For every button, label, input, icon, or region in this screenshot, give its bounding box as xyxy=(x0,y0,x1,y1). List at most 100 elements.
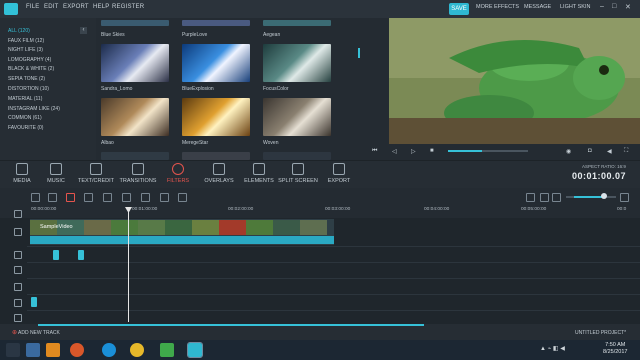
stop-icon[interactable]: ■ xyxy=(430,148,434,154)
category-all[interactable]: ALL (120) xyxy=(8,28,30,34)
text-track-icon[interactable] xyxy=(14,299,22,307)
track-divider xyxy=(27,278,640,279)
filter-thumb-blueexplosion[interactable] xyxy=(182,44,250,82)
filter-thumb-partial[interactable] xyxy=(101,152,169,160)
skype-icon[interactable] xyxy=(102,343,116,357)
zoom-out-icon[interactable] xyxy=(552,193,561,202)
volume-icon[interactable]: ◀ xyxy=(607,148,612,155)
category-sepia-tone[interactable]: SEPIA TONE (2) xyxy=(8,76,45,82)
system-clock[interactable]: 7:50 AM 8/25/2017 xyxy=(603,342,627,356)
text-marker[interactable] xyxy=(31,297,37,307)
fullscreen-icon[interactable]: ⛶ xyxy=(624,148,628,155)
clip-frame xyxy=(219,220,246,235)
menu-edit[interactable]: EDIT xyxy=(44,4,58,10)
filter-thumb-partial[interactable] xyxy=(182,152,250,160)
microphone-icon[interactable]: ◉ xyxy=(566,148,571,155)
tray-icons[interactable]: ▲ ⌁ ◧ ◀ xyxy=(540,345,565,352)
zoom-slider-handle[interactable] xyxy=(601,193,607,199)
tool-export[interactable]: EXPORT xyxy=(315,163,363,184)
overlay-track-icon[interactable] xyxy=(14,266,22,274)
add-new-track-button[interactable]: ADD NEW TRACK xyxy=(18,330,60,336)
maximize-icon[interactable]: □ xyxy=(612,3,616,10)
snapshot-icon[interactable]: ◘ xyxy=(588,148,592,154)
filter-thumb-partial[interactable] xyxy=(263,20,331,26)
clip-title: SampleVideo xyxy=(40,224,73,230)
filter-label: PurpleLove xyxy=(182,32,208,38)
menu-register[interactable]: REGISTER xyxy=(112,4,144,10)
element-track-icon[interactable] xyxy=(14,283,22,291)
more-effects-link[interactable]: MORE EFFECTS xyxy=(476,4,519,10)
chrome-icon[interactable] xyxy=(130,343,144,357)
add-icon[interactable]: ⊕ xyxy=(12,329,17,336)
project-name: UNTITLED PROJECT* xyxy=(575,330,627,336)
menu-export[interactable]: EXPORT xyxy=(63,4,89,10)
timeline-scrollbar[interactable] xyxy=(38,324,424,326)
zoom-fit-icon[interactable] xyxy=(540,193,549,202)
message-link[interactable]: MESSAGE xyxy=(524,4,551,10)
firefox-icon[interactable] xyxy=(70,343,84,357)
cut-icon[interactable] xyxy=(84,193,93,202)
menu-file[interactable]: FILE xyxy=(26,4,39,10)
delete-icon[interactable] xyxy=(66,193,75,202)
save-button[interactable]: SAVE xyxy=(449,3,469,15)
filter-label: FocusColor xyxy=(263,86,289,92)
close-icon[interactable]: ✕ xyxy=(625,3,631,11)
rotate-icon[interactable] xyxy=(141,193,150,202)
filter-thumb-woven[interactable] xyxy=(263,98,331,136)
trash-icon[interactable] xyxy=(103,193,112,202)
collapse-panel-icon[interactable]: ‹ xyxy=(80,27,87,34)
preview-controls xyxy=(364,144,640,160)
video-preview xyxy=(389,18,640,144)
video-track-icon[interactable] xyxy=(14,228,22,236)
current-timecode: 00:01:00.07 xyxy=(572,171,627,181)
filter-thumb-partial[interactable] xyxy=(101,20,169,26)
audio-mixer-icon[interactable] xyxy=(526,193,535,202)
light-skin-link[interactable]: LIGHT SKIN xyxy=(560,4,590,10)
category-common[interactable]: COMMON (61) xyxy=(8,115,42,121)
menu-help[interactable]: HELP xyxy=(93,4,109,10)
pip-marker[interactable] xyxy=(53,250,59,260)
filter-icon xyxy=(172,163,184,175)
app-logo xyxy=(4,3,18,15)
color-icon[interactable] xyxy=(160,193,169,202)
filter-thumb-sandra-lomo[interactable] xyxy=(101,44,169,82)
music-track-icon[interactable] xyxy=(14,314,22,322)
split-screen-icon xyxy=(292,163,304,175)
redo-icon[interactable] xyxy=(48,193,57,202)
category-instagram-like[interactable]: INSTAGRAM LIKE (24) xyxy=(8,106,60,112)
tool-text-credit[interactable]: TEXT/CREDIT xyxy=(72,163,120,184)
category-night-life[interactable]: NIGHT LIFE (3) xyxy=(8,47,43,53)
start-icon[interactable] xyxy=(6,343,20,357)
grid-scrollbar[interactable] xyxy=(358,48,360,58)
filter-label: Sandra_Lomo xyxy=(101,86,133,92)
vlc-icon[interactable] xyxy=(46,343,60,357)
category-distortion[interactable]: DISTORTION (10) xyxy=(8,86,49,92)
category-favourite[interactable]: FAVOURITE (0) xyxy=(8,125,43,131)
filter-thumb-albao[interactable] xyxy=(101,98,169,136)
filter-thumb-meregestar[interactable] xyxy=(182,98,250,136)
filter-thumb-partial[interactable] xyxy=(182,20,250,26)
audio-waveform xyxy=(30,236,334,244)
pip-marker[interactable] xyxy=(78,250,84,260)
speed-icon[interactable] xyxy=(178,193,187,202)
category-material[interactable]: MATERIAL (11) xyxy=(8,96,42,102)
filmora-taskbar-icon[interactable] xyxy=(187,342,203,358)
category-faux-film[interactable]: FAUX FILM (12) xyxy=(8,38,44,44)
category-lomography[interactable]: LOMOGRAPHY (4) xyxy=(8,57,51,63)
rewind-icon[interactable]: ◁ xyxy=(392,148,397,155)
link-icon[interactable] xyxy=(14,210,22,218)
app-icon[interactable] xyxy=(160,343,174,357)
playhead[interactable] xyxy=(128,208,129,322)
zoom-in-icon[interactable] xyxy=(620,193,629,202)
text-icon xyxy=(90,163,102,175)
crop-icon[interactable] xyxy=(122,193,131,202)
filter-thumb-focuscolor[interactable] xyxy=(263,44,331,82)
minimize-icon[interactable]: – xyxy=(600,3,604,10)
category-black-white[interactable]: BLACK & WHITE (2) xyxy=(8,66,54,72)
file-explorer-icon[interactable] xyxy=(26,343,40,357)
filter-thumb-partial[interactable] xyxy=(263,152,331,160)
pip-track-icon[interactable] xyxy=(14,251,22,259)
skip-back-icon[interactable]: ⏮ xyxy=(372,148,377,155)
undo-icon[interactable] xyxy=(31,193,40,202)
play-icon[interactable]: ▷ xyxy=(411,148,416,155)
